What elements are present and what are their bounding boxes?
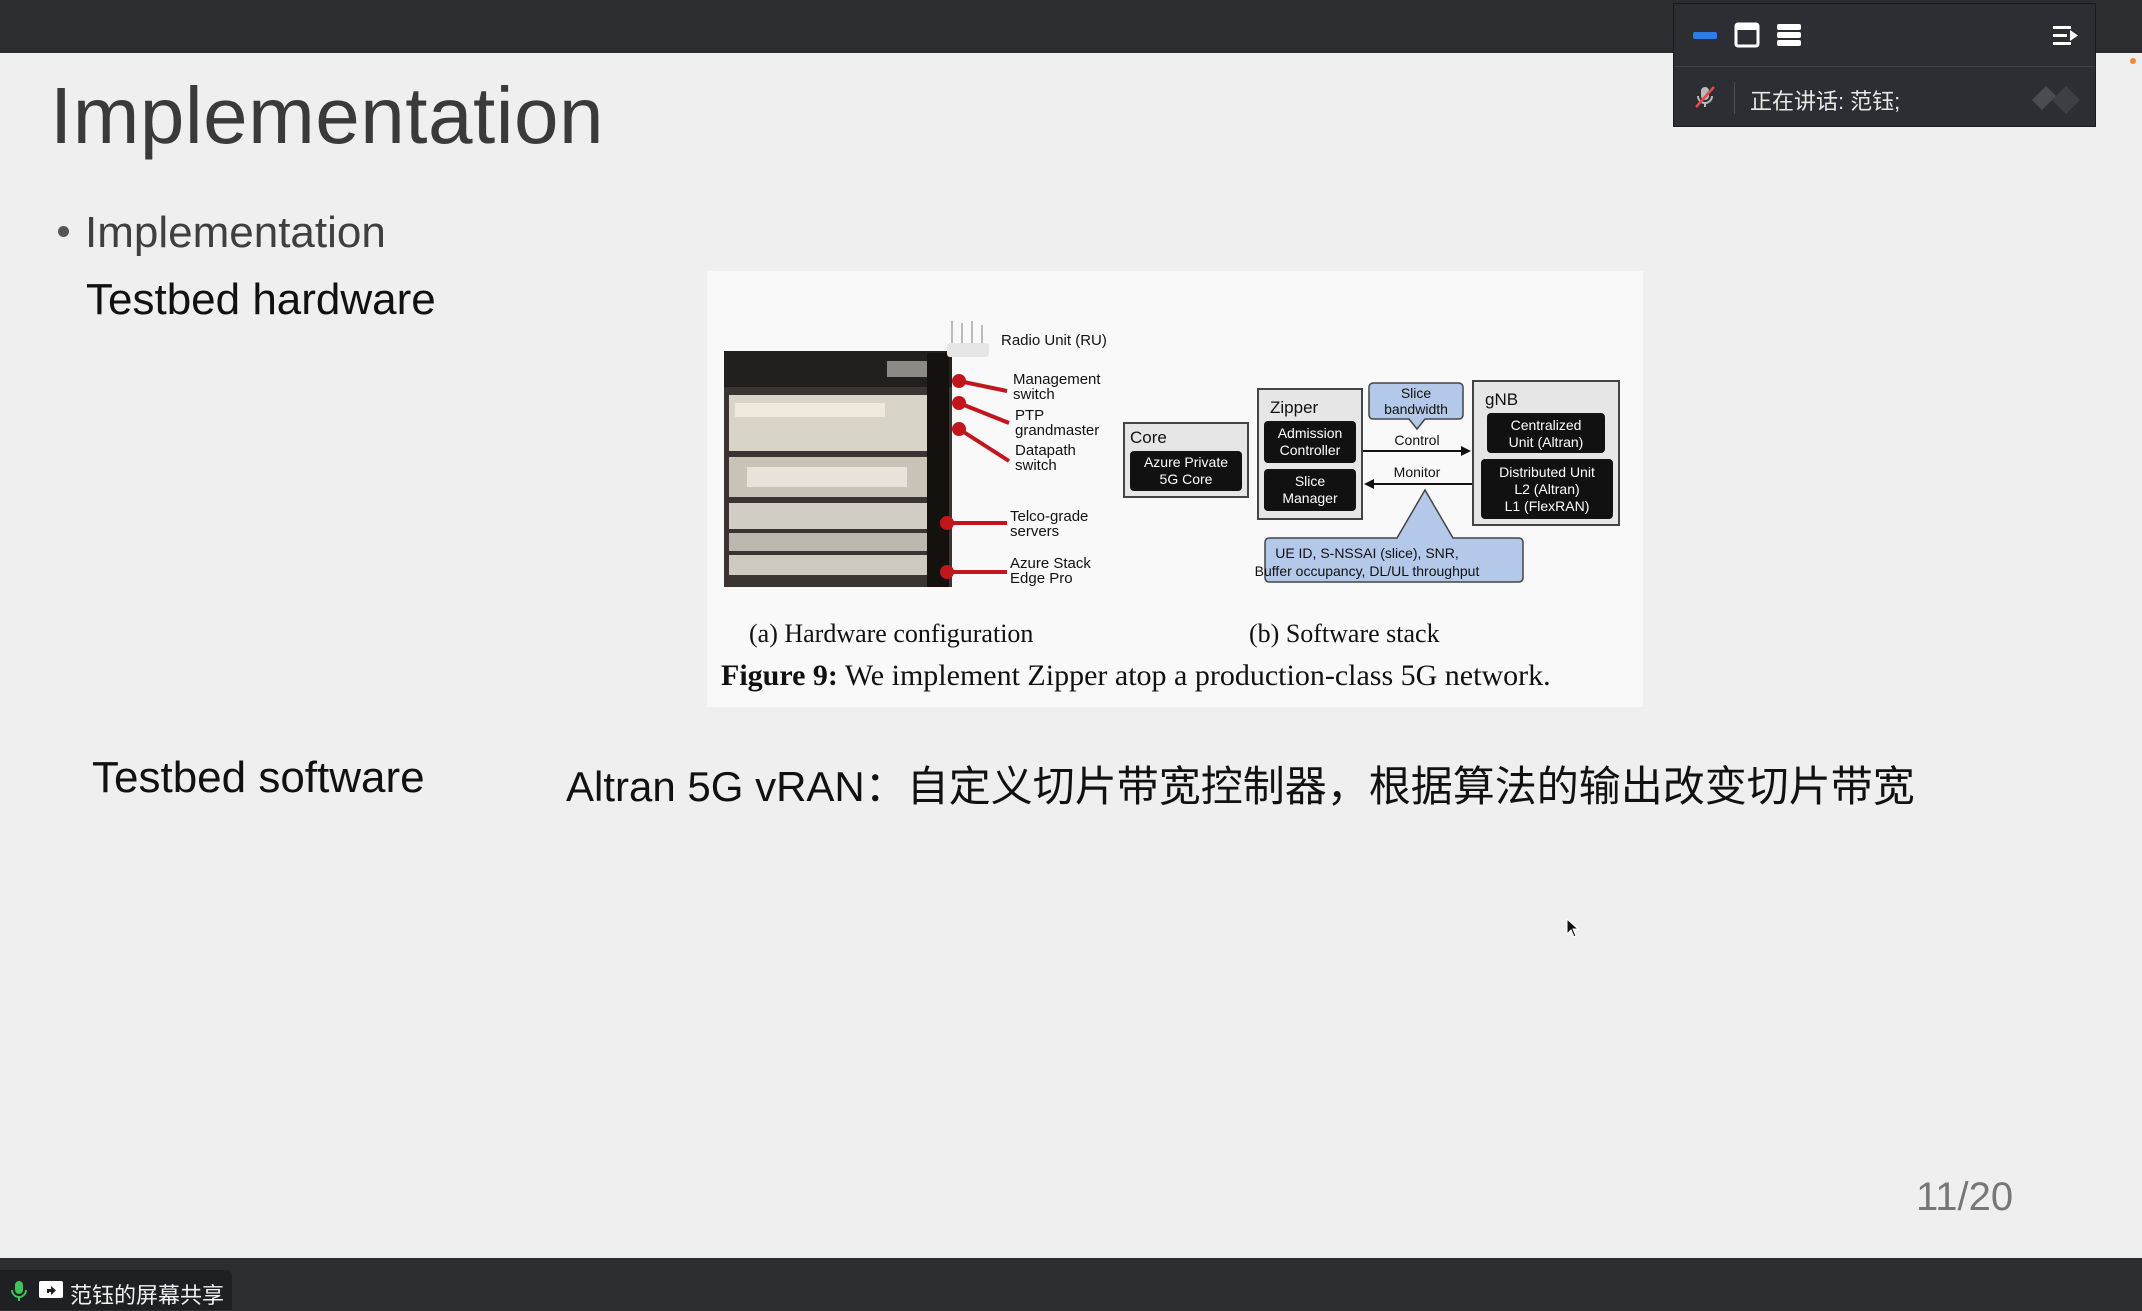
- zipper-box: Zipper Admission Controller Slice Manage…: [1257, 388, 1363, 520]
- gnb-title: gNB: [1485, 390, 1518, 409]
- speaking-label: 正在讲话:: [1750, 89, 1845, 114]
- label-telco-2: servers: [1010, 523, 1059, 540]
- collapse-panel-button[interactable]: [2050, 20, 2080, 50]
- figure-caption: Figure 9: We implement Zipper atop a pro…: [721, 659, 1551, 693]
- screen-share-icon: [39, 1281, 63, 1298]
- monitor-label: Monitor: [1394, 464, 1441, 480]
- collapse-panel-icon: [2053, 26, 2078, 45]
- slice-bw-line1: Slice: [1401, 385, 1432, 401]
- slice-bw-line2: bandwidth: [1384, 401, 1448, 417]
- monitor-arrow: Monitor: [1364, 464, 1473, 489]
- control-label: Control: [1394, 432, 1439, 448]
- page-number: 11/20: [1916, 1175, 2014, 1219]
- core-box: Core Azure Private 5G Core: [1123, 422, 1249, 498]
- minimize-button[interactable]: [1690, 20, 1720, 50]
- screen-share-badge[interactable]: 范钰的屏幕共享: [0, 1270, 232, 1310]
- app-logo-icon: [2032, 86, 2080, 114]
- list-view-button[interactable]: [1774, 20, 1804, 50]
- admission-line2: Controller: [1280, 442, 1341, 458]
- panel-divider: [1734, 82, 1735, 114]
- minimize-icon: [1693, 32, 1717, 39]
- slice-bandwidth-bubble: Slice bandwidth: [1368, 382, 1464, 431]
- bullet-item: Implementation: [58, 208, 386, 258]
- mic-muted-icon[interactable]: [1692, 84, 1718, 110]
- label-ptp-2: grandmaster: [1015, 422, 1099, 439]
- mouse-cursor-icon: [1566, 918, 1580, 938]
- control-arrow: Control: [1363, 432, 1471, 456]
- hardware-label: Testbed hardware: [86, 275, 436, 324]
- caption-hardware: (a) Hardware configuration: [749, 619, 1034, 648]
- panel-separator: [1674, 66, 2095, 67]
- figure-9: Radio Unit (RU) Management switch PTP gr…: [707, 271, 1643, 707]
- notification-dot: [2130, 58, 2136, 64]
- bottom-bar: [0, 1258, 2142, 1311]
- meeting-panel: 正在讲话: 范钰;: [1673, 3, 2096, 127]
- list-view-icon: [1777, 24, 1801, 46]
- core-title: Core: [1130, 428, 1167, 447]
- figure-caption-text: We implement Zipper atop a production-cl…: [837, 659, 1551, 692]
- window-icon: [1734, 22, 1760, 48]
- ue-line2: Buffer occupancy, DL/UL throughput: [1255, 563, 1480, 579]
- admission-line1: Admission: [1278, 425, 1343, 441]
- software-description: Altran 5G vRAN：自定义切片带宽控制器，根据算法的输出改变切片带宽: [566, 763, 1915, 810]
- zipper-title: Zipper: [1270, 398, 1319, 417]
- slice-manager-line2: Manager: [1282, 490, 1338, 506]
- du-line3: L1 (FlexRAN): [1505, 498, 1590, 514]
- label-management-2: switch: [1013, 386, 1055, 403]
- software-label: Testbed software: [92, 753, 425, 802]
- gnb-box: gNB Centralized Unit (Altran) Distribute…: [1472, 380, 1620, 526]
- cu-line1: Centralized: [1511, 417, 1582, 433]
- label-radio-unit: Radio Unit (RU): [1001, 332, 1107, 349]
- slice-manager-line1: Slice: [1295, 473, 1326, 489]
- caption-software: (b) Software stack: [1249, 619, 1440, 648]
- ue-line1: UE ID, S-NSSAI (slice), SNR,: [1275, 545, 1459, 561]
- bullet-dot: [58, 225, 69, 237]
- window-view-button[interactable]: [1732, 20, 1762, 50]
- bullet-text: Implementation: [85, 208, 386, 257]
- du-line1: Distributed Unit: [1499, 464, 1595, 480]
- speaker-name: 范钰;: [1850, 89, 1901, 114]
- label-azure-2: Edge Pro: [1010, 570, 1073, 587]
- hardware-pointers: [940, 374, 1011, 579]
- core-box-line1: Azure Private: [1144, 454, 1228, 470]
- speaking-indicator: 正在讲话: 范钰;: [1750, 84, 1900, 116]
- slide-title: Implementation: [50, 71, 604, 160]
- screen-share-label: 范钰的屏幕共享: [70, 1283, 225, 1308]
- hardware-photo: [724, 321, 989, 587]
- du-line2: L2 (Altran): [1514, 481, 1579, 497]
- mic-icon: [11, 1281, 27, 1301]
- label-datapath-2: switch: [1015, 457, 1057, 474]
- figure-caption-label: Figure 9:: [721, 659, 838, 692]
- cu-line2: Unit (Altran): [1509, 434, 1584, 450]
- core-box-line2: 5G Core: [1160, 471, 1213, 487]
